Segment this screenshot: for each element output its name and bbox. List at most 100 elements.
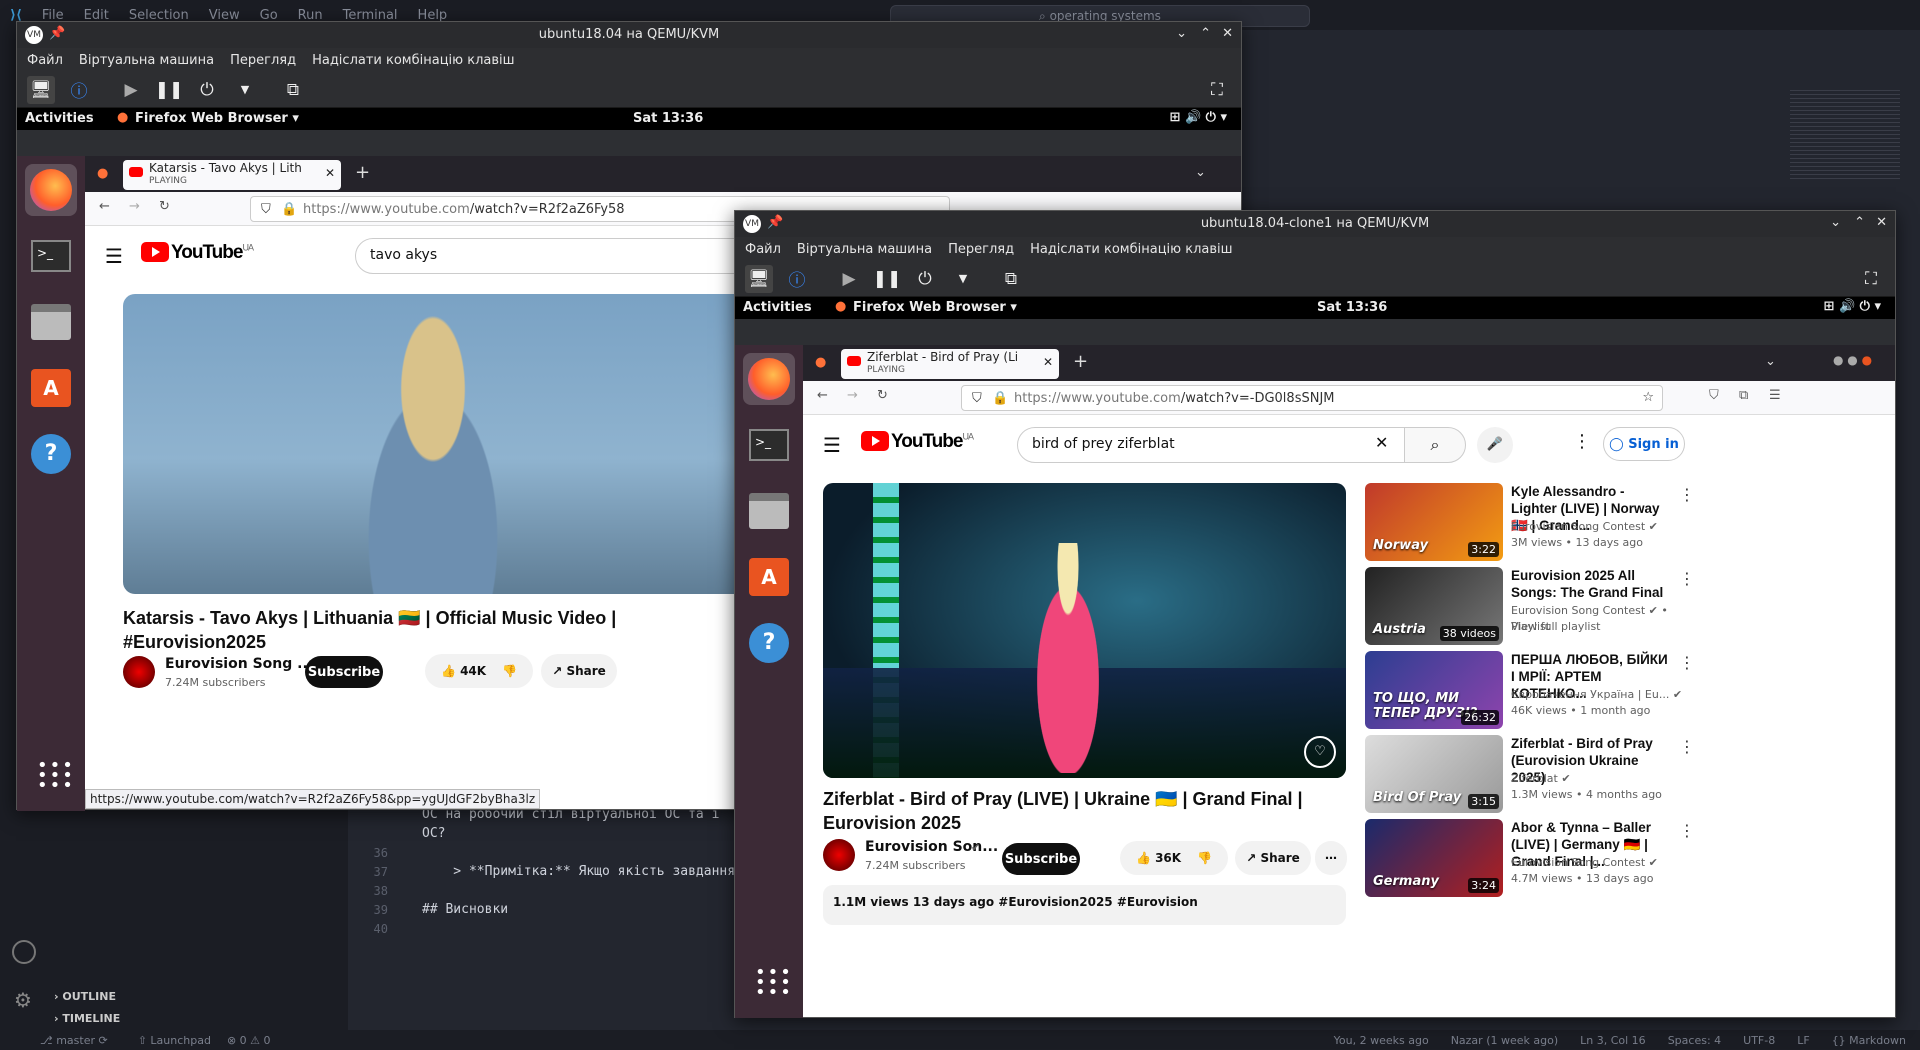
thumbs-down-icon[interactable]: 👎 xyxy=(502,664,517,678)
vm2-search-input[interactable]: bird of prey ziferblat xyxy=(1017,427,1405,463)
save-heart-icon[interactable]: ♡ xyxy=(1304,736,1336,768)
youtube-logo[interactable]: YouTubeUA xyxy=(141,242,254,264)
mic-icon[interactable]: 🎤 xyxy=(1477,427,1513,463)
vm2-menu-file[interactable]: Файл xyxy=(745,242,781,257)
pause-icon[interactable]: ❚❚ xyxy=(155,76,184,104)
vm1-tab-youtube[interactable]: Katarsis - Tavo Akys | Lith PLAYING ✕ xyxy=(123,160,341,190)
vm2-tab-youtube[interactable]: Ziferblat - Bird of Pray (Li PLAYING ✕ xyxy=(841,349,1059,379)
search-button[interactable]: ⌕ xyxy=(1404,427,1466,463)
vm1-share-button[interactable]: ↗ Share xyxy=(541,654,617,688)
minimize-icon[interactable]: ⌄ xyxy=(1830,215,1841,230)
more-vert-icon[interactable]: ⋮ xyxy=(1679,653,1695,672)
more-vert-icon[interactable]: ⋮ xyxy=(1679,737,1695,756)
search-clear-icon[interactable]: ✕ xyxy=(1375,433,1388,452)
more-vert-icon[interactable]: ⋮ xyxy=(1573,431,1591,452)
vm2-like-button[interactable]: 👍 36K 👎 xyxy=(1120,841,1228,875)
console-icon[interactable]: 🖥 xyxy=(745,264,773,293)
account-icon[interactable] xyxy=(12,940,36,964)
vm2-app-menu[interactable]: Firefox Web Browser ▾ xyxy=(853,300,1017,315)
status-item[interactable]: LF xyxy=(1797,1034,1809,1047)
rec-thumbnail[interactable]: Germany 3:24 xyxy=(1365,819,1503,897)
hamburger-icon[interactable]: ☰ xyxy=(105,244,123,268)
pause-icon[interactable]: ❚❚ xyxy=(873,265,902,293)
outline-section[interactable]: › OUTLINE xyxy=(54,990,116,1003)
vm1-like-button[interactable]: 👍 44K 👎 xyxy=(425,654,533,688)
play-icon[interactable]: ▶ xyxy=(117,76,145,104)
rec-thumbnail[interactable]: Bird Of Pray 3:15 xyxy=(1365,735,1503,813)
rec-channel[interactable]: Eurovision Song Contest ✔ xyxy=(1511,855,1658,871)
system-tray-icons[interactable]: ⊞ 🔊 ⏻ ▾ xyxy=(1824,299,1881,314)
vm1-subscribe-button[interactable]: Subscribe xyxy=(305,656,383,688)
tab-list-icon[interactable]: ⌄ xyxy=(1195,165,1206,180)
vm1-menu-vm[interactable]: Віртуальна машина xyxy=(79,53,214,68)
firefox-view-icon[interactable]: ● xyxy=(97,166,108,181)
app-grid-icon[interactable]: ••• ••• ••• xyxy=(37,757,75,795)
power-dropdown-icon[interactable]: ▼ xyxy=(949,265,977,293)
help-dock-icon[interactable]: ? xyxy=(25,428,77,480)
info-icon[interactable]: ⓘ xyxy=(783,265,811,293)
software-dock-icon[interactable]: A xyxy=(743,551,795,603)
extensions-icon[interactable]: ⧉ xyxy=(1739,388,1748,403)
firefox-dock-icon[interactable] xyxy=(25,164,77,216)
console-icon[interactable]: 🖥 xyxy=(27,75,55,104)
tab-list-icon[interactable]: ⌄ xyxy=(1765,354,1776,369)
vm2-description-box[interactable]: 1.1M views 13 days ago #Eurovision2025 #… xyxy=(823,885,1346,925)
vm2-titlebar[interactable]: VM 📌 ubuntu18.04-clone1 на QEMU/KVM ⌄ ⌃ … xyxy=(735,211,1895,237)
maximize-icon[interactable]: ⌃ xyxy=(1854,215,1865,230)
forward-icon[interactable]: → xyxy=(847,388,858,403)
recommendation-item[interactable]: ТО ЩО, МИ ТЕПЕР ДРУЗІ? 26:32 ПЕРША ЛЮБОВ, … xyxy=(1365,651,1695,729)
rec-thumbnail[interactable]: Norway 3:22 xyxy=(1365,483,1503,561)
vm1-clock[interactable]: Sat 13:36 xyxy=(633,111,703,126)
code-line[interactable]: 36 xyxy=(348,843,735,862)
new-tab-icon[interactable]: + xyxy=(355,162,370,183)
recommendation-item[interactable]: Bird Of Pray 3:15 Ziferblat - Bird of Pray… xyxy=(1365,735,1695,813)
vm2-activities[interactable]: Activities xyxy=(743,300,812,315)
maximize-icon[interactable]: ⌃ xyxy=(1200,26,1211,41)
power-icon[interactable]: ⏻ xyxy=(193,76,221,104)
timeline-section[interactable]: › TIMELINE xyxy=(54,1012,120,1025)
launchpad-status[interactable]: ⇧ Launchpad xyxy=(138,1034,211,1047)
tab-close-icon[interactable]: ✕ xyxy=(325,167,335,180)
forward-icon[interactable]: → xyxy=(129,199,140,214)
branch-status[interactable]: ⎇ master ⟳ xyxy=(40,1034,108,1047)
play-icon[interactable]: ▶ xyxy=(835,265,863,293)
status-item[interactable]: Nazar (1 week ago) xyxy=(1451,1034,1558,1047)
vm2-menu-sendkey[interactable]: Надіслати комбінацію клавіш xyxy=(1030,242,1232,257)
software-dock-icon[interactable]: A xyxy=(25,362,77,414)
thumbs-down-icon[interactable]: 👎 xyxy=(1197,851,1212,865)
snapshot-icon[interactable]: ⧉ xyxy=(279,76,307,104)
firefox-view-icon[interactable]: ● xyxy=(815,355,826,370)
status-item[interactable]: {} Markdown xyxy=(1832,1034,1906,1047)
terminal-dock-icon[interactable]: >_ xyxy=(743,419,795,471)
pocket-icon[interactable]: ⛉ xyxy=(1709,388,1719,403)
fullscreen-icon[interactable]: ⛶ xyxy=(1857,265,1885,293)
close-icon[interactable]: ✕ xyxy=(1222,26,1233,41)
status-item[interactable]: You, 2 weeks ago xyxy=(1334,1034,1429,1047)
firefox-dock-icon[interactable] xyxy=(743,353,795,405)
vm1-app-menu[interactable]: Firefox Web Browser ▾ xyxy=(135,111,299,126)
files-dock-icon[interactable] xyxy=(743,485,795,537)
rec-channel[interactable]: Євробачення Україна | Eu... ✔ xyxy=(1511,687,1682,703)
code-line[interactable]: ОС? xyxy=(348,824,735,843)
youtube-logo[interactable]: YouTubeUA xyxy=(861,431,974,453)
menu-icon[interactable]: ☰ xyxy=(1769,388,1781,403)
new-tab-icon[interactable]: + xyxy=(1073,351,1088,372)
vm1-menu-view[interactable]: Перегляд xyxy=(230,53,296,68)
status-item[interactable]: UTF-8 xyxy=(1743,1034,1775,1047)
minimize-icon[interactable]: ⌄ xyxy=(1176,26,1187,41)
vm1-menu-file[interactable]: Файл xyxy=(27,53,63,68)
power-dropdown-icon[interactable]: ▼ xyxy=(231,76,259,104)
vm1-channel-name[interactable]: Eurovision Song ... xyxy=(165,656,313,672)
window-controls-icon[interactable]: ● ● ● xyxy=(1833,353,1872,367)
rec-channel[interactable]: Eurovision Song Contest ✔ xyxy=(1511,519,1658,535)
more-vert-icon[interactable]: ⋮ xyxy=(1679,569,1695,588)
vm2-subscribe-button[interactable]: Subscribe xyxy=(1002,843,1080,875)
channel-avatar[interactable] xyxy=(823,839,855,871)
fullscreen-icon[interactable]: ⛶ xyxy=(1203,76,1231,104)
status-item[interactable]: Ln 3, Col 16 xyxy=(1580,1034,1646,1047)
bookmark-star-icon[interactable]: ☆ xyxy=(1642,390,1654,405)
rec-channel[interactable]: Ziferblat ✔ xyxy=(1511,771,1571,787)
vm2-share-button[interactable]: ↗ Share xyxy=(1235,841,1311,875)
recommendation-item[interactable]: Germany 3:24 Abor & Tynna – Baller (LIVE) … xyxy=(1365,819,1695,897)
vm1-activities[interactable]: Activities xyxy=(25,111,94,126)
